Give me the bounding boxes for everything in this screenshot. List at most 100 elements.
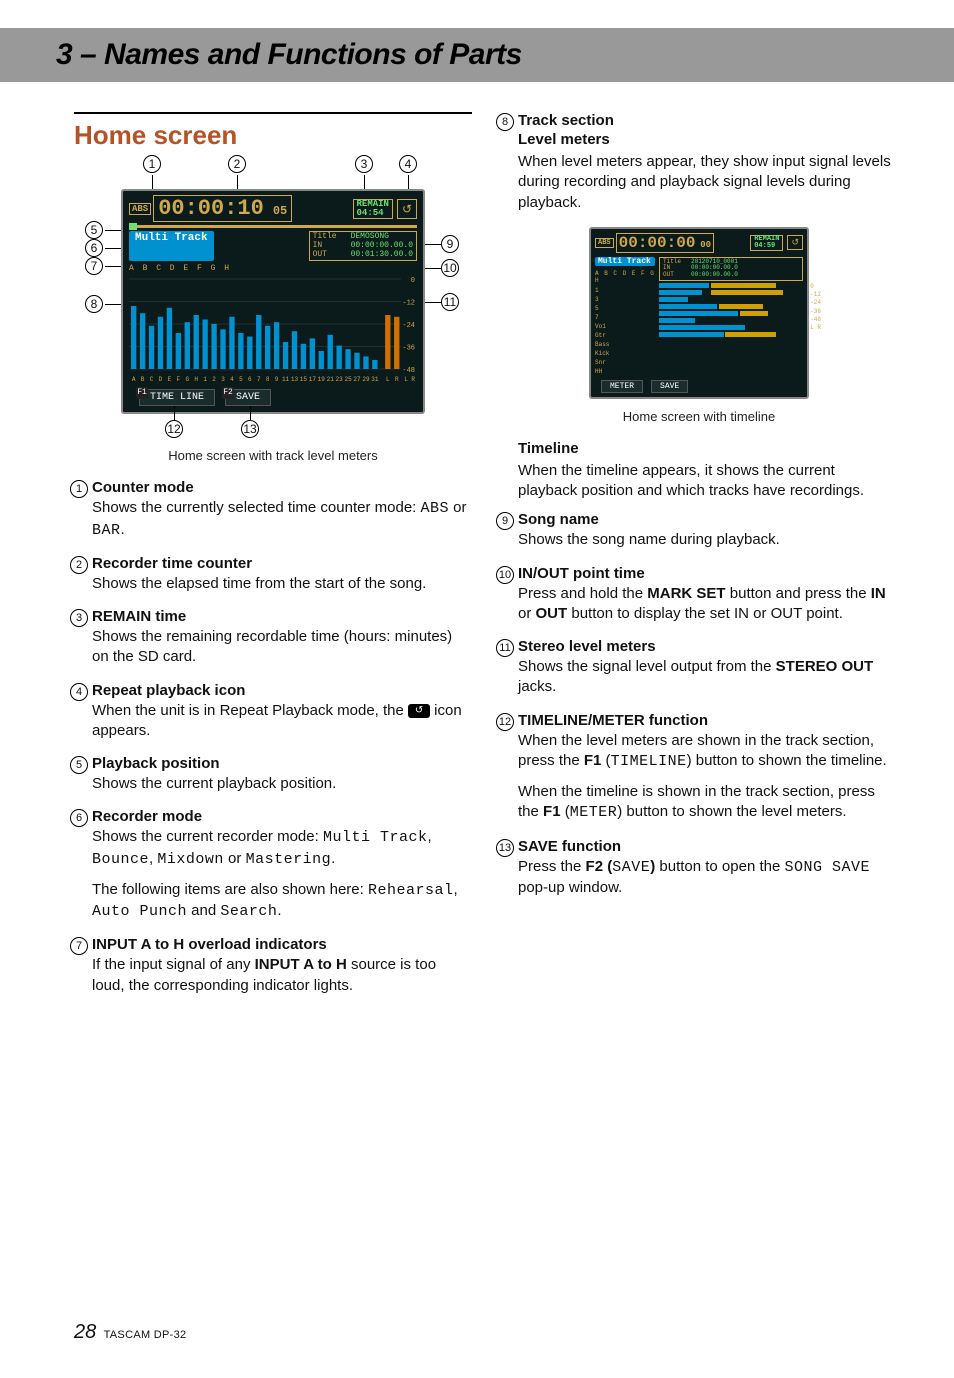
- svg-text:27: 27: [353, 376, 361, 383]
- item-body: Shows the remaining recordable time (hou…: [92, 627, 472, 668]
- svg-text:B: B: [141, 376, 145, 383]
- callout-12: 12: [165, 420, 183, 438]
- callout-11: 11: [441, 293, 459, 311]
- item-title: Counter mode: [92, 479, 472, 496]
- song-name: DEMOSONG: [351, 232, 389, 241]
- svg-text:17: 17: [309, 376, 317, 383]
- counter-mode-sm: ABS: [595, 238, 614, 248]
- recorder-mode-sm: Multi Track: [595, 257, 655, 266]
- item-13: 13SAVE functionPress the F2 (SAVE) butto…: [518, 838, 898, 899]
- svg-text:7: 7: [257, 376, 261, 383]
- figure1-caption: Home screen with track level meters: [74, 448, 472, 463]
- callout-3: 3: [355, 155, 373, 173]
- item-title: IN/OUT point time: [518, 565, 898, 582]
- time-sub: 05: [273, 204, 287, 218]
- item-2: 2Recorder time counterShows the elapsed …: [92, 555, 472, 594]
- f1-button-sm: METER: [601, 380, 643, 393]
- svg-text:-48: -48: [402, 367, 415, 375]
- callout-10: 10: [441, 259, 459, 277]
- svg-text:-36: -36: [402, 345, 415, 353]
- svg-text:13: 13: [291, 376, 299, 383]
- item-body: Press the F2 (SAVE) button to open the S…: [518, 857, 898, 899]
- time-main: 00:00:10: [158, 196, 264, 221]
- lcd-screen-main: ABS 00:00:10 05 REMAIN 04:54 ↺ Multi Tra…: [121, 189, 425, 414]
- item-body: Shows the song name during playback.: [518, 530, 898, 550]
- item-6: 6Recorder modeShows the current recorder…: [92, 808, 472, 922]
- chapter-banner: 3 – Names and Functions of Parts: [0, 28, 954, 82]
- svg-text:6: 6: [248, 376, 252, 383]
- svg-text:R: R: [395, 376, 399, 383]
- counter-mode: ABS: [129, 203, 151, 215]
- svg-text:-24: -24: [402, 322, 415, 330]
- svg-text:C: C: [150, 376, 154, 383]
- item-title: Recorder time counter: [92, 555, 472, 572]
- item-body: Shows the current recorder mode: Multi T…: [92, 827, 472, 870]
- item-title: INPUT A to H overload indicators: [92, 936, 472, 953]
- item-title: Recorder mode: [92, 808, 472, 825]
- svg-text:-12: -12: [402, 300, 415, 308]
- item-marker: 6: [70, 809, 88, 827]
- callout-4: 4: [399, 155, 417, 173]
- svg-text:F: F: [177, 376, 181, 383]
- timeline-heading: Timeline: [518, 440, 898, 457]
- items-left: 1Counter modeShows the currently selecte…: [74, 479, 472, 996]
- svg-text:2: 2: [212, 376, 216, 383]
- svg-text:A: A: [132, 376, 136, 383]
- item-title: REMAIN time: [92, 608, 472, 625]
- callout-2: 2: [228, 155, 246, 173]
- svg-text:D: D: [159, 376, 163, 383]
- item-5: 5Playback positionShows the current play…: [92, 755, 472, 794]
- callout-6: 6: [85, 239, 103, 257]
- item-marker: 5: [70, 756, 88, 774]
- repeat-icon: ↺: [397, 199, 417, 219]
- svg-text:H: H: [194, 376, 198, 383]
- item-body: When the unit is in Repeat Playback mode…: [92, 701, 472, 742]
- item-4: 4Repeat playback iconWhen the unit is in…: [92, 682, 472, 742]
- item-11: 11Stereo level metersShows the signal le…: [518, 638, 898, 698]
- item-marker: 10: [496, 566, 514, 584]
- svg-text:G: G: [185, 376, 189, 383]
- svg-text:31: 31: [371, 376, 379, 383]
- item-body: When the timeline is shown in the track …: [518, 782, 898, 824]
- callout-5: 5: [85, 221, 103, 239]
- item-body: Shows the signal level output from the S…: [518, 657, 898, 698]
- item-body: Shows the currently selected time counte…: [92, 498, 472, 541]
- section-title: Home screen: [74, 120, 472, 151]
- callout-7: 7: [85, 257, 103, 275]
- svg-text:9: 9: [275, 376, 279, 383]
- f1-button: F1TIME LINE: [139, 389, 215, 406]
- song-info-box: TitleDEMOSONG IN00:00:00.00.0 OUT00:01:3…: [309, 231, 417, 261]
- item-marker: 4: [70, 683, 88, 701]
- item-title: Repeat playback icon: [92, 682, 472, 699]
- f2-button-sm: SAVE: [651, 380, 688, 393]
- item-marker: 7: [70, 937, 88, 955]
- svg-text:29: 29: [362, 376, 370, 383]
- item-1: 1Counter modeShows the currently selecte…: [92, 479, 472, 541]
- overload-sm: A B C D E F G H: [595, 270, 655, 284]
- page-footer: 28 TASCAM DP-32: [74, 1321, 186, 1344]
- svg-text:0: 0: [411, 277, 415, 285]
- figure2-caption: Home screen with timeline: [500, 409, 898, 424]
- item-7: 7INPUT A to H overload indicatorsIf the …: [92, 936, 472, 996]
- item-marker: 1: [70, 480, 88, 498]
- item-body: If the input signal of any INPUT A to H …: [92, 955, 472, 996]
- item-body: Press and hold the MARK SET button and p…: [518, 584, 898, 625]
- repeat-icon-sm: ↺: [787, 235, 803, 250]
- out-point: 00:01:30.00.0: [351, 250, 413, 259]
- svg-text:L R: L R: [404, 376, 415, 383]
- f2-button: F2SAVE: [225, 389, 271, 406]
- svg-text:19: 19: [318, 376, 326, 383]
- items-right: 9Song nameShows the song name during pla…: [500, 511, 898, 898]
- item-marker: 11: [496, 639, 514, 657]
- item-marker: 2: [70, 556, 88, 574]
- svg-text:23: 23: [336, 376, 344, 383]
- svg-text:15: 15: [300, 376, 308, 383]
- item-12: 12TIMELINE/METER functionWhen the level …: [518, 712, 898, 824]
- item-body: When the level meters are shown in the t…: [518, 731, 898, 773]
- item-title: TIMELINE/METER function: [518, 712, 898, 729]
- item-body: Shows the current playback position.: [92, 774, 472, 794]
- right-column: 8 Track section Level meters When level …: [500, 112, 898, 1010]
- timeline-area: 0-12-24-36-48L R: [659, 283, 803, 337]
- item-marker: 13: [496, 839, 514, 857]
- svg-text:L: L: [386, 376, 390, 383]
